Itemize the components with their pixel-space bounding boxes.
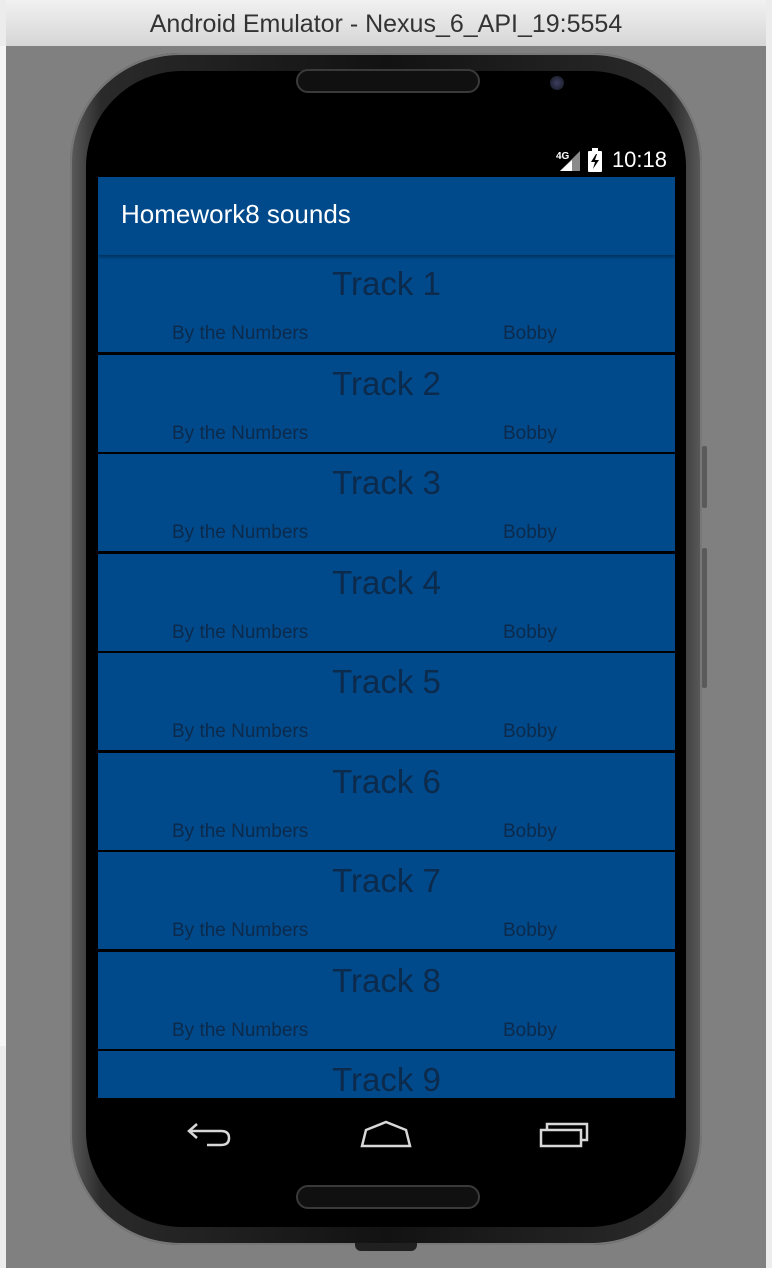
track-row[interactable]: Track 2 By the Numbers Bobby	[98, 354, 675, 452]
track-title: Track 1	[332, 265, 441, 302]
track-album: By the Numbers	[172, 721, 309, 742]
emulator-title-bar[interactable]: Android Emulator - Nexus_6_API_19:5554	[6, 0, 766, 47]
action-bar: Homework8 sounds	[98, 177, 675, 255]
track-artist: Bobby	[503, 422, 557, 444]
background-window-edge	[0, 46, 6, 1046]
navigation-bar	[98, 1098, 675, 1165]
track-album: By the Numbers	[172, 621, 309, 643]
status-bar: 4G 10:18	[98, 142, 675, 177]
track-title: Track 8	[332, 961, 441, 999]
app-title: Homework8 sounds	[121, 199, 351, 229]
track-row[interactable]: Track 5 By the Numbers Bobby	[98, 653, 675, 750]
track-album: By the Numbers	[172, 522, 309, 543]
front-camera	[550, 76, 564, 90]
track-album: By the Numbers	[172, 1019, 309, 1041]
power-button[interactable]	[702, 548, 707, 688]
track-artist: Bobby	[503, 920, 557, 941]
device-screen: 4G 10:18 Homework8 sounds Track 1 By the…	[98, 142, 675, 1165]
track-title: Track 6	[332, 762, 441, 800]
back-icon[interactable]	[181, 1112, 241, 1152]
track-row[interactable]: Track 6 By the Numbers Bobby	[98, 752, 675, 850]
recents-icon[interactable]	[535, 1112, 595, 1152]
network-type-label: 4G	[556, 151, 570, 162]
volume-button[interactable]	[702, 446, 707, 508]
signal-icon: 4G	[556, 151, 580, 171]
track-artist: Bobby	[503, 621, 557, 643]
track-title: Track 7	[332, 862, 441, 899]
track-title: Track 4	[332, 563, 441, 601]
track-artist: Bobby	[503, 721, 557, 742]
home-icon[interactable]	[356, 1112, 416, 1152]
bottom-speaker	[296, 1185, 480, 1209]
track-album: By the Numbers	[172, 323, 309, 344]
track-row[interactable]: Track 3 By the Numbers Bobby	[98, 454, 675, 551]
track-row[interactable]: Track 1 By the Numbers Bobby	[98, 255, 675, 352]
track-list[interactable]: Track 1 By the Numbers Bobby Track 2 By …	[98, 255, 675, 1098]
track-artist: Bobby	[503, 522, 557, 543]
track-row[interactable]: Track 4 By the Numbers Bobby	[98, 553, 675, 651]
emulator-window-title: Android Emulator - Nexus_6_API_19:5554	[149, 10, 623, 38]
bottom-nub	[355, 1243, 417, 1251]
track-row[interactable]: Track 7 By the Numbers Bobby	[98, 852, 675, 949]
track-album: By the Numbers	[172, 820, 309, 842]
status-time: 10:18	[611, 147, 667, 172]
track-row[interactable]: Track 8 By the Numbers Bobby	[98, 951, 675, 1049]
track-title: Track 5	[332, 663, 441, 700]
track-title: Track 3	[332, 464, 441, 501]
track-title: Track 2	[332, 364, 441, 402]
track-row[interactable]: Track 9	[98, 1051, 675, 1098]
top-speaker	[296, 69, 480, 93]
track-album: By the Numbers	[172, 920, 309, 941]
track-album: By the Numbers	[172, 422, 309, 444]
track-artist: Bobby	[503, 1019, 557, 1041]
track-title: Track 9	[332, 1061, 441, 1098]
track-artist: Bobby	[503, 820, 557, 842]
track-artist: Bobby	[503, 323, 557, 344]
battery-charging-icon	[588, 148, 602, 172]
